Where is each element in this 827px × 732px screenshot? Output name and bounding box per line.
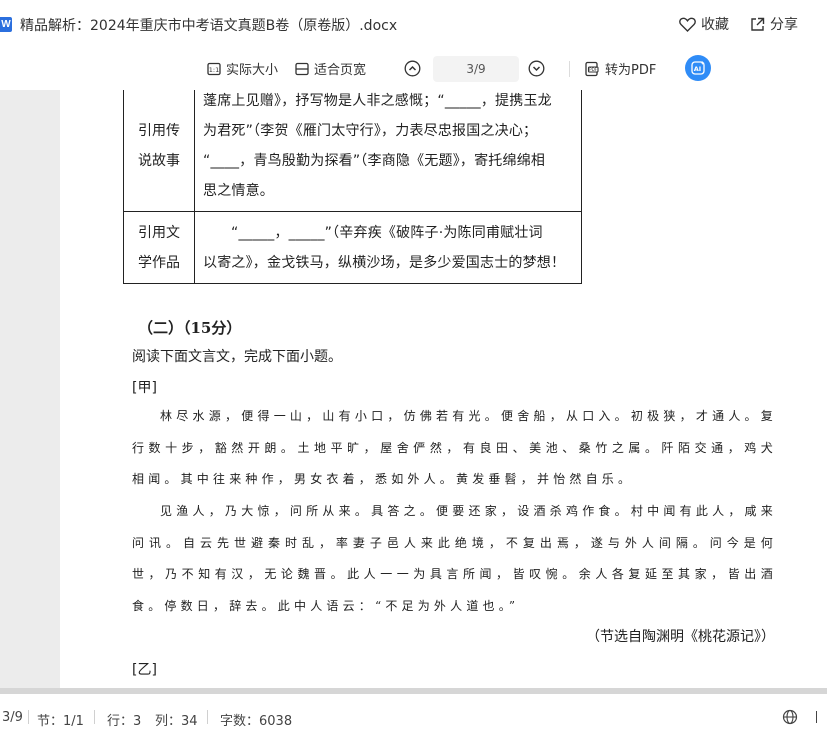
share-icon [751, 17, 765, 31]
document-viewport[interactable]: 引用传 说故事 蓬席上见赠》，抒写物是人非之感慨；“_____，提携玉龙 为君死… [0, 90, 827, 688]
literary-reference-table: 引用传 说故事 蓬席上见赠》，抒写物是人非之感慨；“_____，提携玉龙 为君死… [123, 90, 582, 284]
document-page: 引用传 说故事 蓬席上见赠》，抒写物是人非之感慨；“_____，提携玉龙 为君死… [60, 90, 827, 688]
classical-passage-paragraph: 林尽水源，便得一山，山有小口，仿佛若有光。便舍船，从口入。初极狭，才通人。复行数… [132, 401, 777, 496]
question-instruction: 阅读下面文言文，完成下面小题。 [132, 349, 342, 365]
status-separator [207, 710, 208, 724]
content-line: 思之情意。 [203, 183, 274, 199]
status-row: 行：3 [107, 714, 142, 729]
classical-passage-paragraph: 见渔人，乃大惊，问所从来。具答之。便要还家，设酒杀鸡作食。村中闻有此人，咸来问讯… [132, 496, 777, 622]
passage-label-yi: [乙] [132, 662, 157, 678]
table-row: 引用文 学作品 “_____，_____”（辛弃疾《破阵子·为陈同甫赋壮词 以寄… [123, 211, 582, 284]
content-line: “____，青鸟殷勤为探看”（李商隐《无题》，寄托绵绵相 [203, 153, 546, 169]
actual-size-icon: 1:1 [207, 62, 221, 75]
table-content-cell: 蓬席上见赠》，抒写物是人非之感慨；“_____，提携玉龙 为君死”（李贺《雁门太… [194, 90, 582, 212]
passage-source: （节选自陶渊明《桃花源记》） [586, 629, 775, 645]
title-bar: W 精品解析：2024年重庆市中考语文真题B卷（原卷版）.docx 收藏 分享 [0, 0, 827, 49]
ai-sparkle-icon: AI [691, 61, 705, 75]
status-separator [94, 710, 95, 724]
passage-label-jia: [甲] [132, 380, 157, 396]
section-heading: （二）（15分） [138, 319, 242, 337]
language-button[interactable] [782, 709, 798, 729]
status-bar: 3/9 节：1/1 行：3 列：34 字数：6038 [0, 688, 827, 732]
svg-text:PDF: PDF [589, 67, 597, 72]
status-separator [28, 710, 29, 724]
favorite-label: 收藏 [701, 17, 729, 33]
chevron-down-icon [528, 60, 544, 76]
content-line: 为君死”（李贺《雁门太守行》，力表尽忠报国之决心； [203, 123, 538, 139]
chevron-up-icon [404, 60, 420, 76]
table-content-cell: “_____，_____”（辛弃疾《破阵子·为陈同甫赋壮词 以寄之》，金戈铁马，… [194, 211, 582, 284]
passage-text: 林尽水源，便得一山，山有小口，仿佛若有光。便舍船，从口入。初极狭，才通人。复行数… [132, 409, 777, 486]
horizontal-scrollbar[interactable] [0, 688, 827, 694]
actual-size-button[interactable]: 1:1 实际大小 [207, 59, 278, 78]
favorite-button[interactable]: 收藏 [679, 14, 729, 34]
category-line: 引用传 [138, 123, 180, 139]
document-title: 精品解析：2024年重庆市中考语文真题B卷（原卷版）.docx [20, 18, 398, 34]
word-app-icon: W [0, 17, 12, 32]
heart-icon [679, 17, 696, 32]
globe-icon [782, 709, 798, 725]
status-column: 列：34 [155, 714, 198, 729]
svg-text:1:1: 1:1 [209, 66, 219, 74]
table-category-cell: 引用传 说故事 [123, 90, 195, 212]
convert-to-pdf-button[interactable]: PDF 转为PDF [584, 59, 656, 78]
panel-toggle-icon[interactable] [816, 711, 827, 723]
content-line: 蓬席上见赠》，抒写物是人非之感慨；“_____，提携玉龙 [203, 93, 552, 109]
pdf-icon: PDF [585, 61, 599, 76]
next-page-button[interactable] [526, 58, 546, 78]
passage-text: 见渔人，乃大惊，问所从来。具答之。便要还家，设酒杀鸡作食。村中闻有此人，咸来问讯… [132, 504, 777, 613]
fit-width-icon [295, 62, 309, 75]
share-label: 分享 [770, 17, 798, 33]
status-section: 节：1/1 [37, 714, 84, 729]
content-line-text: “_____，_____”（辛弃疾《破阵子·为陈同甫赋壮词 [231, 224, 543, 241]
content-line: 以寄之》，金戈铁马，纵横沙场，是多少爱国志士的梦想！ [203, 254, 566, 271]
page-number-box[interactable]: 3/9 [433, 56, 519, 82]
toolbar-divider [569, 61, 570, 77]
fit-width-button[interactable]: 适合页宽 [295, 59, 366, 78]
viewer-toolbar: 1:1 实际大小 适合页宽 3/9 PDF 转为PDF AI [0, 48, 827, 91]
actual-size-label: 实际大小 [226, 63, 279, 78]
status-word-count: 字数：6038 [220, 714, 293, 729]
category-line: 学作品 [138, 254, 180, 271]
previous-page-button[interactable] [402, 58, 422, 78]
category-line: 引用文 [138, 224, 180, 241]
ai-label: AI [694, 65, 701, 73]
fit-width-label: 适合页宽 [314, 63, 367, 78]
content-line: “_____，_____”（辛弃疾《破阵子·为陈同甫赋壮词 [203, 218, 575, 248]
status-page: 3/9 [2, 710, 23, 725]
category-line: 说故事 [138, 153, 180, 169]
share-button[interactable]: 分享 [750, 14, 798, 34]
convert-to-pdf-label: 转为PDF [605, 63, 657, 78]
table-row: 引用传 说故事 蓬席上见赠》，抒写物是人非之感慨；“_____，提携玉龙 为君死… [123, 90, 582, 212]
ai-assistant-button[interactable]: AI [685, 55, 711, 81]
table-category-cell: 引用文 学作品 [123, 211, 195, 284]
